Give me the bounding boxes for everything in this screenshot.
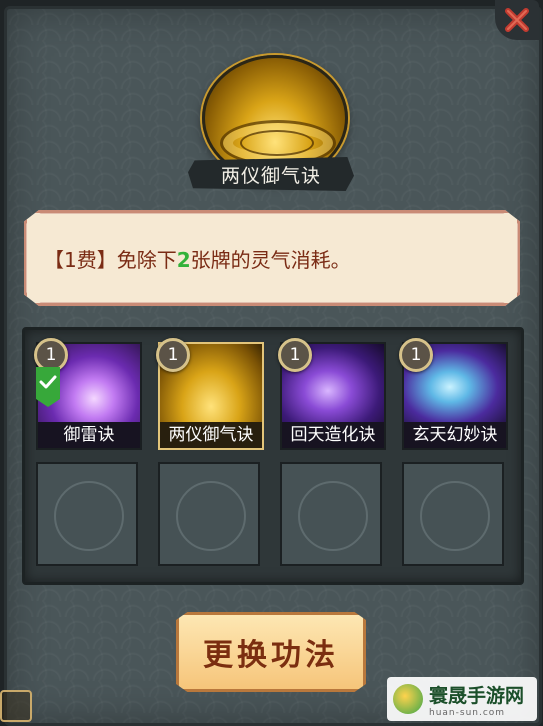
close-button[interactable] — [495, 0, 539, 40]
card-name: 玄天幻妙诀 — [404, 422, 506, 448]
description-suffix: 张牌的灵气消耗。 — [190, 248, 351, 272]
skill-title-text: 两仪御气诀 — [220, 164, 321, 187]
slot-ring — [298, 481, 368, 551]
description-prefix: 【1费】免除下 — [44, 248, 177, 272]
card-name: 回天造化诀 — [282, 422, 384, 448]
cost-badge: 1 — [278, 338, 312, 372]
corner-ornament-bottom-left — [0, 690, 32, 722]
watermark-url: huan-sun.com — [429, 707, 506, 718]
skill-title: 两仪御气诀 — [188, 157, 354, 191]
change-technique-label: 更换功法 — [203, 638, 339, 673]
slot-ring — [420, 481, 490, 551]
empty-card-slot[interactable] — [280, 462, 382, 566]
cost-badge: 1 — [34, 338, 68, 372]
empty-card-slot[interactable] — [402, 462, 504, 566]
empty-card-slot[interactable] — [158, 462, 260, 566]
cost-badge: 1 — [156, 338, 190, 372]
card-name: 御雷诀 — [38, 422, 140, 448]
watermark-title: 寰晟手游网 — [429, 684, 525, 707]
swirl-shape-inner — [240, 130, 314, 156]
site-watermark: 寰晟手游网 huan-sun.com — [387, 677, 537, 721]
description-number: 2 — [176, 248, 191, 272]
empty-card-slot[interactable] — [36, 462, 138, 566]
cost-badge: 1 — [399, 338, 433, 372]
card-name: 两仪御气诀 — [160, 422, 262, 448]
slot-ring — [54, 481, 124, 551]
site-logo-icon — [393, 684, 423, 714]
watermark-text: 寰晟手游网 huan-sun.com — [429, 681, 524, 718]
skill-description: 【1费】免除下2张牌的灵气消耗。 — [44, 244, 351, 273]
checkmark-icon — [39, 375, 57, 389]
slot-ring — [176, 481, 246, 551]
change-technique-button[interactable]: 更换功法 — [176, 612, 366, 692]
close-icon — [505, 8, 529, 32]
selected-check-flag — [36, 367, 60, 407]
